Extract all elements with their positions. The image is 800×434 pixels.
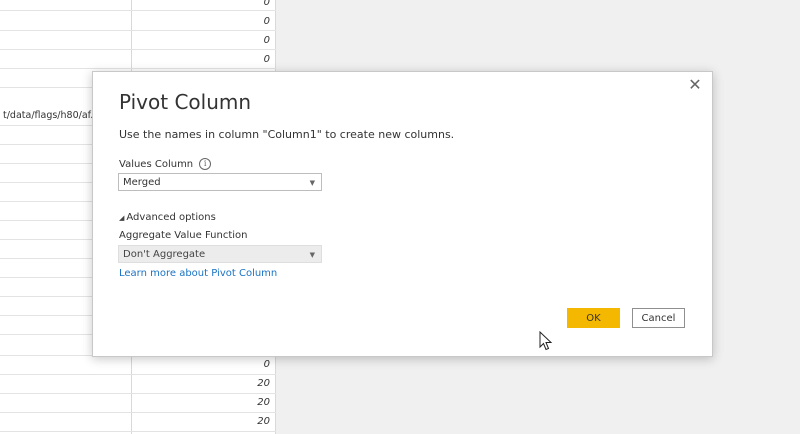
aggregate-function-selected: Don't Aggregate	[123, 249, 206, 260]
grid-row-line	[0, 30, 276, 31]
table-cell-value: 0	[263, 35, 270, 46]
table-cell-value: 20	[257, 416, 270, 427]
info-icon[interactable]: i	[199, 158, 212, 170]
aggregate-function-dropdown[interactable]: Don't Aggregate ▼	[118, 245, 322, 263]
pivot-column-dialog: ✕ Pivot Column Use the names in column "…	[92, 71, 713, 357]
values-column-dropdown[interactable]: Merged ▼	[118, 173, 322, 191]
advanced-options-toggle[interactable]: ◢ Advanced options	[119, 212, 216, 223]
table-cell-value: 20	[257, 397, 270, 408]
table-cell-value: 0	[263, 54, 270, 65]
grid-row-line	[0, 412, 276, 413]
table-cell-value: 20	[257, 378, 270, 389]
grid-row-line	[0, 10, 276, 11]
values-column-label: Values Column	[119, 159, 194, 170]
grid-row-line	[0, 393, 276, 394]
close-icon[interactable]: ✕	[686, 76, 704, 94]
chevron-down-icon: ▼	[309, 179, 315, 187]
grid-row-line	[0, 68, 276, 69]
table-cell-value: 0	[263, 16, 270, 27]
triangle-icon: ◢	[119, 214, 125, 222]
table-cell-value: 0	[263, 359, 270, 370]
cancel-button[interactable]: Cancel	[632, 308, 685, 328]
grid-row-line	[0, 374, 276, 375]
dialog-title: Pivot Column	[119, 90, 252, 114]
chevron-down-icon: ▼	[309, 251, 315, 259]
values-column-selected: Merged	[123, 177, 161, 188]
ok-button[interactable]: OK	[567, 308, 620, 328]
grid-row-line	[0, 49, 276, 50]
values-column-label-row: Values Column i	[119, 158, 212, 170]
mouse-pointer-icon	[539, 331, 553, 351]
advanced-options-label: Advanced options	[126, 212, 216, 223]
learn-more-link[interactable]: Learn more about Pivot Column	[119, 268, 277, 279]
aggregate-function-label: Aggregate Value Function	[119, 230, 248, 241]
dialog-description: Use the names in column "Column1" to cre…	[119, 128, 455, 141]
grid-row-line	[0, 431, 276, 432]
table-cell-value: 0	[263, 0, 270, 8]
